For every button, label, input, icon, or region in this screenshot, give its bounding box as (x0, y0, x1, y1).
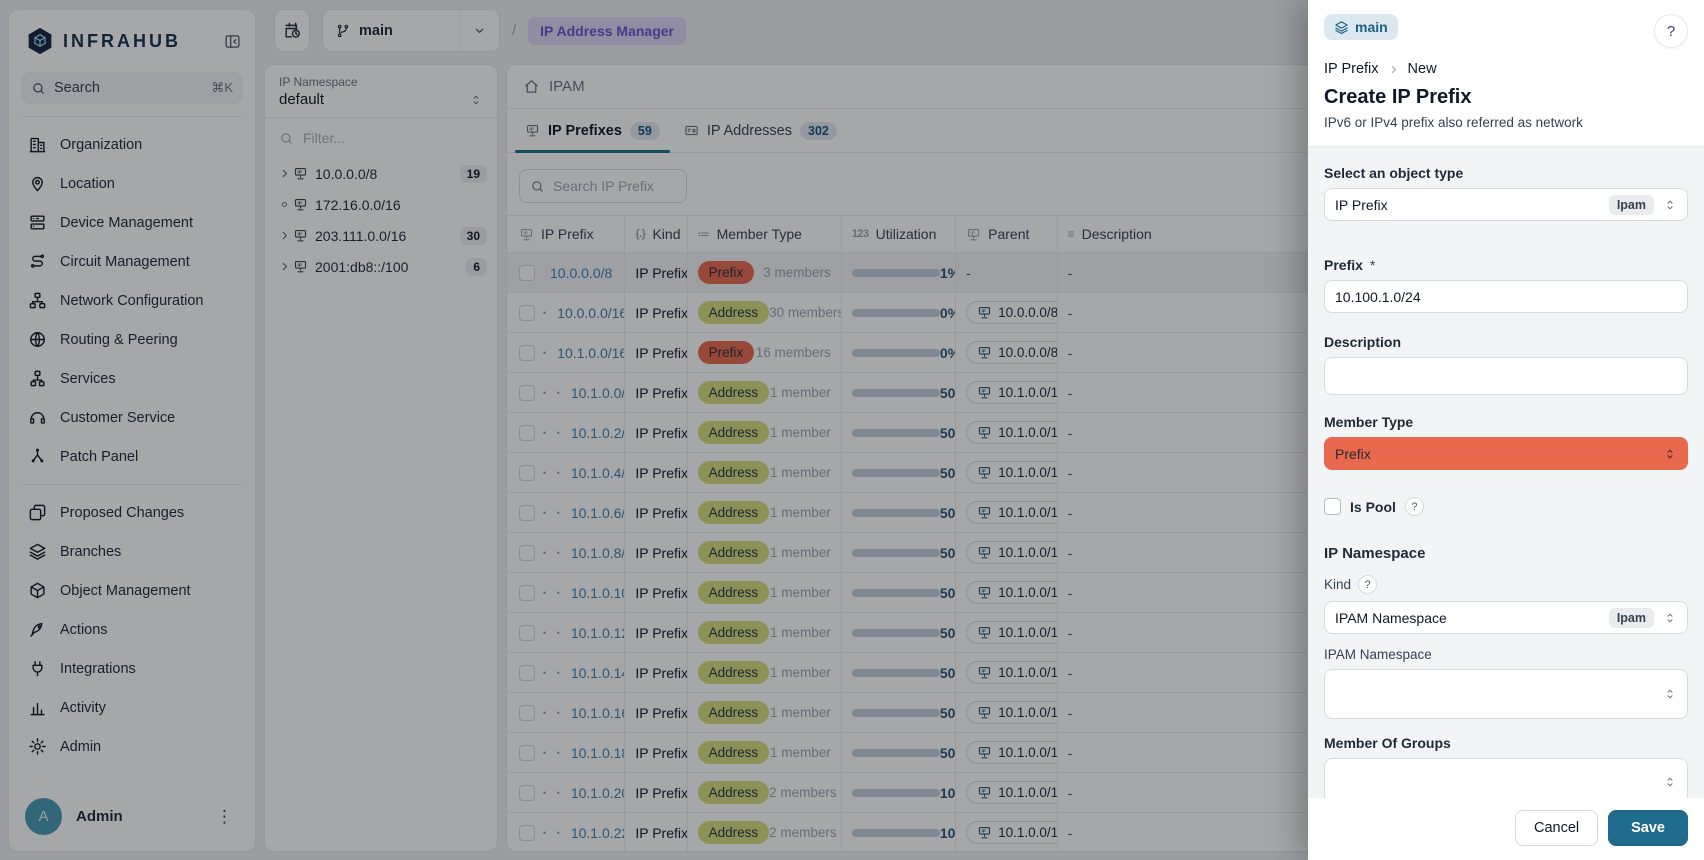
help-button[interactable]: ? (1654, 14, 1688, 48)
modal-backdrop[interactable] (0, 0, 1308, 860)
namespace-type-badge: Ipam (1609, 608, 1654, 628)
panel-title: Create IP Prefix (1324, 86, 1688, 109)
kind-value: IPAM Namespace (1335, 610, 1609, 626)
kind-help-icon[interactable]: ? (1358, 575, 1377, 594)
prefix-input[interactable] (1335, 289, 1677, 305)
breadcrumb-current: New (1408, 61, 1437, 77)
member-type-select[interactable]: Prefix (1324, 437, 1688, 470)
description-textarea[interactable] (1324, 357, 1688, 395)
member-type-label: Member Type (1324, 414, 1688, 430)
chevron-updown-icon (1663, 198, 1677, 212)
prefix-field-label: Prefix* (1324, 257, 1688, 273)
kind-select[interactable]: IPAM Namespace Ipam (1324, 601, 1688, 634)
object-type-select[interactable]: IP Prefix Ipam (1324, 188, 1688, 221)
ipam-namespace-select[interactable] (1324, 669, 1688, 719)
breadcrumb-parent[interactable]: IP Prefix (1324, 61, 1379, 77)
is-pool-label: Is Pool (1350, 499, 1396, 515)
description-label: Description (1324, 334, 1688, 350)
object-type-label: Select an object type (1324, 165, 1688, 181)
panel-subtitle: IPv6 or IPv4 prefix also referred as net… (1324, 115, 1688, 130)
save-button[interactable]: Save (1608, 810, 1688, 846)
chevron-updown-icon (1663, 447, 1677, 461)
member-of-groups-select[interactable] (1324, 758, 1688, 798)
layers-icon (1334, 20, 1349, 35)
required-mark: * (1370, 257, 1375, 273)
chevron-updown-icon (1663, 611, 1677, 625)
object-type-value: IP Prefix (1335, 197, 1609, 213)
chevron-updown-icon (1663, 775, 1677, 789)
ip-namespace-section-title: IP Namespace (1324, 545, 1688, 562)
create-form: Select an object type IP Prefix Ipam Pre… (1308, 146, 1704, 798)
member-of-groups-label: Member Of Groups (1324, 735, 1688, 751)
is-pool-help-icon[interactable]: ? (1405, 497, 1424, 516)
panel-breadcrumb: IP Prefix New (1324, 61, 1688, 77)
ipam-namespace-label: IPAM Namespace (1324, 647, 1688, 662)
kind-label: Kind? (1324, 575, 1688, 594)
panel-footer: Cancel Save (1308, 798, 1704, 860)
branch-badge: main (1324, 14, 1398, 40)
chevron-right-icon (1387, 63, 1400, 76)
create-ip-prefix-panel: main ? IP Prefix New Create IP Prefix IP… (1308, 0, 1704, 860)
namespace-type-badge: Ipam (1609, 195, 1654, 215)
prefix-input-wrap (1324, 280, 1688, 313)
member-type-value: Prefix (1335, 446, 1663, 462)
is-pool-checkbox[interactable] (1324, 498, 1341, 515)
panel-header: main ? IP Prefix New Create IP Prefix IP… (1308, 0, 1704, 146)
chevron-updown-icon (1663, 687, 1677, 701)
cancel-button[interactable]: Cancel (1515, 810, 1598, 846)
